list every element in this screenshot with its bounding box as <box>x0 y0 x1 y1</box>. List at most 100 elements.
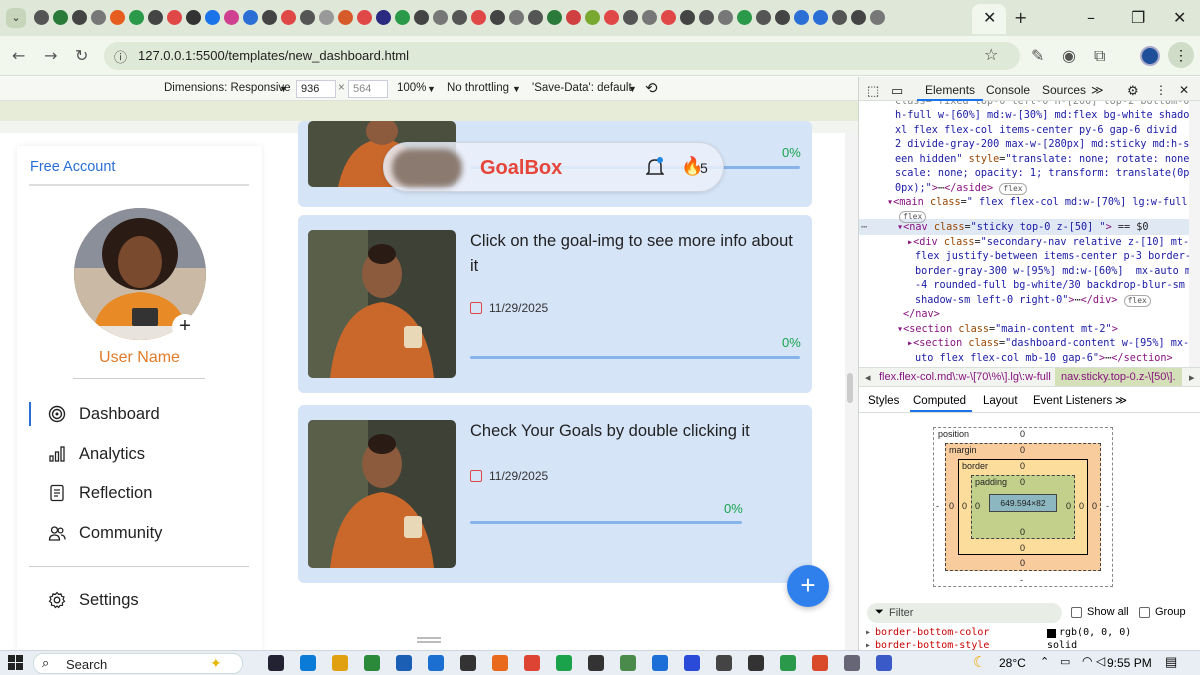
goal-image[interactable] <box>308 420 456 568</box>
volume-icon[interactable]: ◁ <box>1096 654 1105 668</box>
menu-icon[interactable]: ⋮ <box>1168 42 1194 68</box>
tab-favicon-icon[interactable] <box>91 10 106 25</box>
tab-favicon-icon[interactable] <box>262 10 277 25</box>
taskbar-app-icon[interactable] <box>812 655 828 671</box>
extensions-puzzle-icon[interactable]: ⧉ <box>1094 46 1105 66</box>
tab-favicon-icon[interactable] <box>813 10 828 25</box>
tab-computed[interactable]: Computed <box>913 395 966 407</box>
breadcrumb-item[interactable]: flex.flex-col.md\:w-\[70\%\].lg\:w-full <box>879 371 1051 383</box>
expand-icon[interactable]: ▸ <box>865 627 871 638</box>
throttling-select[interactable]: No throttling <box>447 82 509 94</box>
zoom-select[interactable]: 100% <box>397 82 426 94</box>
width-input[interactable]: 936 <box>296 80 336 98</box>
tab-favicon-icon[interactable] <box>680 10 695 25</box>
page-scrollbar[interactable] <box>845 133 858 650</box>
bookmark-star-icon[interactable]: ☆ <box>984 45 998 64</box>
forward-icon[interactable]: → <box>44 46 57 65</box>
property-name[interactable]: border-bottom-color <box>875 627 989 638</box>
tab-favicon-icon[interactable] <box>243 10 258 25</box>
tab-favicon-icon[interactable] <box>129 10 144 25</box>
tab-favicon-icon[interactable] <box>72 10 87 25</box>
sidebar-item-dashboard[interactable]: Dashboard <box>47 402 160 426</box>
tab-favicon-icon[interactable] <box>547 10 562 25</box>
tab-favicon-icon[interactable] <box>870 10 885 25</box>
tab-favicon-icon[interactable] <box>718 10 733 25</box>
save-data-select[interactable]: 'Save-Data': default <box>532 82 632 94</box>
filter-input[interactable]: ⏷ Filter <box>867 603 1062 623</box>
dom-tree[interactable]: class="fixed top-0 left-0 h-[200] top-2 … <box>859 101 1189 367</box>
taskbar-app-icon[interactable] <box>268 655 284 671</box>
group-checkbox[interactable] <box>1139 607 1150 618</box>
taskbar-app-icon[interactable] <box>300 655 316 671</box>
goal-image[interactable] <box>308 230 456 378</box>
clock-time[interactable]: 9:55 PM <box>1107 656 1152 670</box>
gear-icon[interactable]: ⚙ <box>1127 83 1139 99</box>
color-swatch[interactable] <box>1047 629 1056 638</box>
windows-start-icon[interactable] <box>8 655 23 670</box>
tab-event-listeners[interactable]: Event Listeners <box>1033 395 1112 407</box>
tab-favicon-icon[interactable] <box>585 10 600 25</box>
tab-favicon-icon[interactable] <box>604 10 619 25</box>
close-icon[interactable]: ✕ <box>1179 83 1189 97</box>
taskbar-app-icon[interactable] <box>876 655 892 671</box>
tab-favicon-icon[interactable] <box>737 10 752 25</box>
extension-icon[interactable]: ◉ <box>1062 46 1076 65</box>
tab-favicon-icon[interactable] <box>300 10 315 25</box>
tab-favicon-icon[interactable] <box>148 10 163 25</box>
dom-scrollbar[interactable] <box>1189 101 1200 367</box>
show-all-checkbox[interactable] <box>1071 607 1082 618</box>
tab-elements[interactable]: Elements <box>925 83 975 97</box>
temperature[interactable]: 28°C <box>999 656 1026 670</box>
tab-favicon-icon[interactable] <box>433 10 448 25</box>
tab-favicon-icon[interactable] <box>414 10 429 25</box>
tab-favicon-icon[interactable] <box>661 10 676 25</box>
tab-favicon-icon[interactable] <box>566 10 581 25</box>
taskbar-app-icon[interactable] <box>492 655 508 671</box>
taskbar-app-icon[interactable] <box>844 655 860 671</box>
sidebar-item-community[interactable]: Community <box>47 521 162 545</box>
tab-favicon-icon[interactable] <box>338 10 353 25</box>
tab-styles[interactable]: Styles <box>868 395 899 407</box>
back-icon[interactable]: ← <box>12 46 25 65</box>
dimensions-select[interactable]: Dimensions: Responsive <box>164 82 291 94</box>
tab-favicon-icon[interactable] <box>186 10 201 25</box>
rotate-icon[interactable]: ⟲ <box>645 79 658 97</box>
taskbar-app-icon[interactable] <box>460 655 476 671</box>
tab-favicon-icon[interactable] <box>471 10 486 25</box>
tab-favicon-icon[interactable] <box>357 10 372 25</box>
bell-icon[interactable] <box>645 157 665 182</box>
goal-card[interactable]: Check Your Goals by double clicking it 1… <box>298 405 812 583</box>
restore-icon[interactable]: ❐ <box>1131 8 1145 27</box>
taskbar-app-icon[interactable] <box>428 655 444 671</box>
more-tabs-icon[interactable]: ≫ <box>1091 83 1104 97</box>
taskbar-app-icon[interactable] <box>684 655 700 671</box>
taskbar-app-icon[interactable] <box>332 655 348 671</box>
eyedropper-icon[interactable]: ✎ <box>1031 46 1044 65</box>
breadcrumb-item-active[interactable]: nav.sticky.top-0.z-\[50\]. <box>1055 368 1182 386</box>
site-info-icon[interactable]: ⓘ <box>114 47 127 66</box>
tab-favicon-icon[interactable] <box>851 10 866 25</box>
tab-favicon-icon[interactable] <box>775 10 790 25</box>
taskbar-app-icon[interactable] <box>716 655 732 671</box>
tab-favicon-icon[interactable] <box>224 10 239 25</box>
taskbar-app-icon[interactable] <box>364 655 380 671</box>
tab-search-icon[interactable]: ⌄ <box>6 8 26 28</box>
taskbar-app-icon[interactable] <box>524 655 540 671</box>
chevron-right-icon[interactable]: ▸ <box>1189 371 1195 384</box>
tab-favicon-icon[interactable] <box>794 10 809 25</box>
tab-favicon-icon[interactable] <box>756 10 771 25</box>
tab-favicon-icon[interactable] <box>34 10 49 25</box>
add-goal-button[interactable]: + <box>787 565 829 607</box>
resize-handle[interactable] <box>417 637 441 643</box>
chevron-up-icon[interactable]: ⌃ <box>1040 655 1049 668</box>
chevron-left-icon[interactable]: ◂ <box>865 371 871 384</box>
tab-favicon-icon[interactable] <box>509 10 524 25</box>
height-input[interactable]: 564 <box>348 80 388 98</box>
taskbar-app-icon[interactable] <box>748 655 764 671</box>
kebab-menu-icon[interactable]: ⋮ <box>1155 83 1167 97</box>
taskbar-app-icon[interactable] <box>556 655 572 671</box>
tab-favicon-icon[interactable] <box>167 10 182 25</box>
taskbar-app-icon[interactable] <box>620 655 636 671</box>
tab-favicon-icon[interactable] <box>528 10 543 25</box>
close-window-icon[interactable]: ✕ <box>1173 8 1186 27</box>
